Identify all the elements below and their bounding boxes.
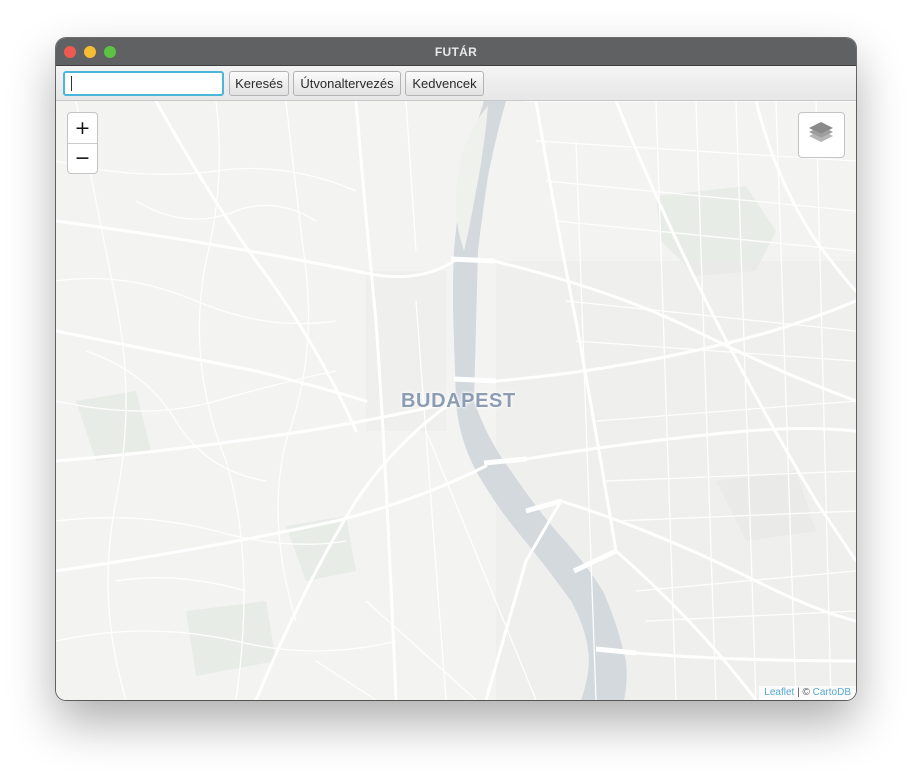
city-label: BUDAPEST bbox=[401, 390, 516, 412]
zoom-in-button[interactable]: + bbox=[68, 113, 97, 144]
zoom-control: + − bbox=[67, 112, 98, 174]
window-title: FUTÁR bbox=[434, 45, 478, 59]
attribution-separator: | © bbox=[794, 687, 813, 698]
layers-control-button[interactable] bbox=[798, 112, 845, 158]
route-planning-button[interactable]: Útvonaltervezés bbox=[293, 71, 401, 96]
zoom-out-button[interactable]: − bbox=[68, 143, 97, 173]
favorites-button[interactable]: Kedvencek bbox=[405, 71, 484, 96]
app-window: FUTÁR Keresés Útvonaltervezés Kedvencek bbox=[56, 38, 856, 700]
layers-icon bbox=[809, 122, 833, 142]
leaflet-link[interactable]: Leaflet bbox=[764, 687, 794, 698]
map-view[interactable]: + − BUDAPEST Leaflet | © CartoDB bbox=[56, 101, 856, 700]
text-caret bbox=[71, 76, 72, 91]
park-area bbox=[186, 601, 276, 676]
cartodb-link[interactable]: CartoDB bbox=[813, 687, 851, 698]
search-input[interactable] bbox=[63, 71, 224, 96]
title-bar[interactable]: FUTÁR bbox=[56, 38, 856, 66]
map-attribution: Leaflet | © CartoDB bbox=[759, 686, 856, 700]
park-area bbox=[286, 516, 356, 581]
search-button[interactable]: Keresés bbox=[229, 71, 289, 96]
toolbar: Keresés Útvonaltervezés Kedvencek bbox=[56, 66, 856, 101]
park-area bbox=[76, 391, 151, 461]
